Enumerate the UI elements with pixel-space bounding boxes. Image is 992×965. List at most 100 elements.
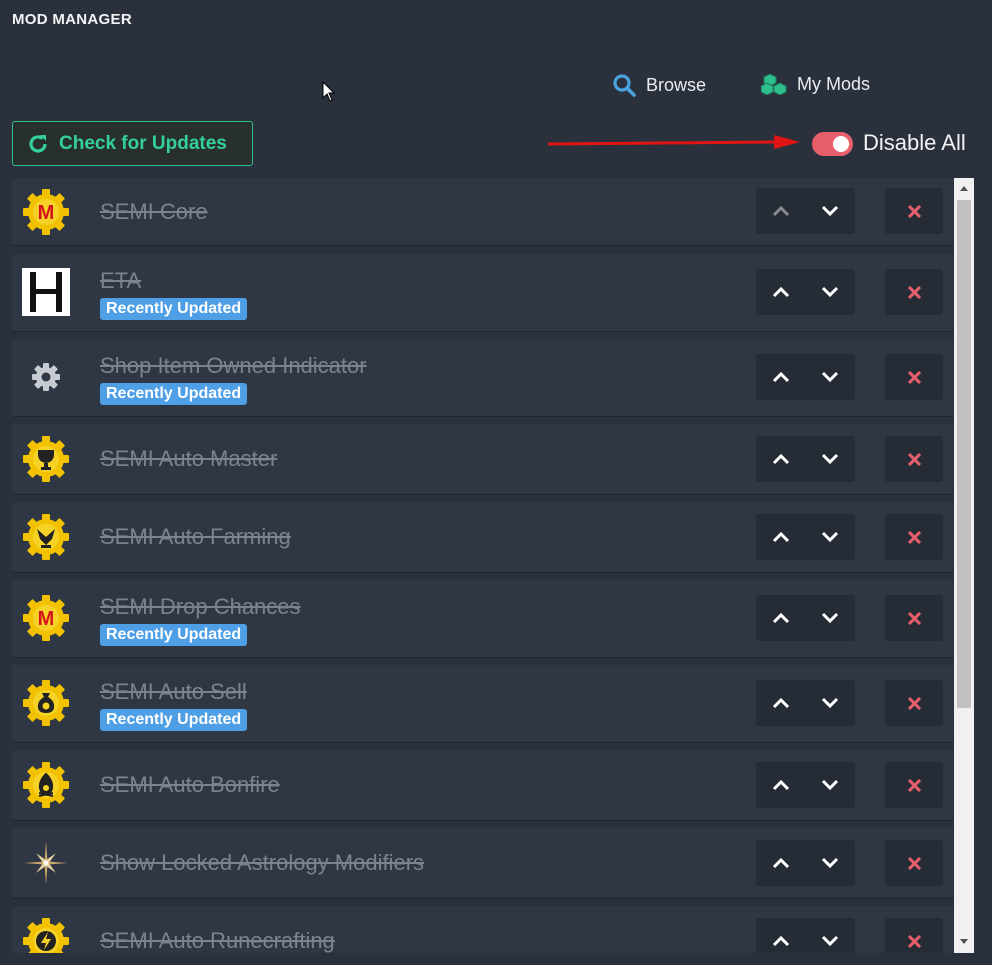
nav-my-mods[interactable]: My Mods (761, 73, 870, 95)
mod-row: SEMI Auto Master (12, 424, 953, 494)
move-up-button[interactable] (756, 595, 806, 641)
reorder-buttons (756, 188, 855, 234)
farming-gear-icon (23, 514, 69, 560)
mod-list: M SEMI Core ETA Recently Updated Shop It… (12, 178, 953, 953)
close-icon (907, 530, 921, 544)
chevron-up-icon (772, 286, 789, 298)
rune-gear-icon (23, 918, 69, 953)
close-icon (907, 611, 921, 625)
delete-button[interactable] (885, 188, 943, 234)
chevron-down-icon (822, 612, 839, 624)
delete-button[interactable] (885, 269, 943, 315)
nav-browse[interactable]: Browse (612, 73, 706, 97)
delete-button[interactable] (885, 918, 943, 953)
reorder-buttons (756, 514, 855, 560)
window-title: MOD MANAGER (12, 11, 132, 28)
mod-name: Shop Item Owned Indicator (100, 353, 367, 378)
move-down-button[interactable] (806, 918, 856, 953)
star-sparkle-icon (24, 841, 68, 885)
scrollbar-thumb[interactable] (957, 200, 971, 708)
delete-button[interactable] (885, 595, 943, 641)
mod-row: SEMI Auto Sell Recently Updated (12, 665, 953, 742)
move-down-button[interactable] (806, 840, 856, 886)
reorder-buttons (756, 595, 855, 641)
mod-name: SEMI Drop Chances (100, 594, 301, 619)
chevron-down-icon (822, 531, 839, 543)
reorder-buttons (756, 436, 855, 482)
disable-all-toggle[interactable] (812, 132, 853, 156)
semi-m-icon: M (23, 189, 69, 235)
mod-row: ETA Recently Updated (12, 254, 953, 331)
move-up-button[interactable] (756, 840, 806, 886)
move-up-button[interactable] (756, 269, 806, 315)
move-up-button[interactable] (756, 680, 806, 726)
close-icon (907, 285, 921, 299)
svg-text:M: M (38, 202, 55, 224)
delete-button[interactable] (885, 762, 943, 808)
scroll-up-arrow-icon[interactable] (959, 184, 969, 194)
move-down-button[interactable] (806, 436, 856, 482)
disable-all-label: Disable All (863, 130, 966, 155)
move-down-button[interactable] (806, 680, 856, 726)
chevron-down-icon (822, 935, 839, 947)
mod-name: SEMI Auto Runecrafting (100, 928, 335, 953)
mod-name: SEMI Core (100, 199, 208, 224)
move-up-button[interactable] (756, 514, 806, 560)
close-icon (907, 778, 921, 792)
scroll-down-arrow-icon[interactable] (959, 936, 969, 946)
move-down-button[interactable] (806, 269, 856, 315)
mod-name: SEMI Auto Master (100, 446, 278, 471)
move-up-button[interactable] (756, 918, 806, 953)
move-down-button[interactable] (806, 514, 856, 560)
delete-button[interactable] (885, 680, 943, 726)
chevron-up-icon (772, 453, 789, 465)
move-up-button[interactable] (756, 762, 806, 808)
chevron-up-icon (772, 697, 789, 709)
toggle-knob (833, 136, 849, 152)
close-icon (907, 696, 921, 710)
close-icon (907, 856, 921, 870)
delete-button[interactable] (885, 514, 943, 560)
move-up-button[interactable] (756, 188, 806, 234)
close-icon (907, 452, 921, 466)
move-down-button[interactable] (806, 595, 856, 641)
check-for-updates-label: Check for Updates (59, 132, 227, 154)
mod-row: M SEMI Drop Chances Recently Updated (12, 580, 953, 657)
gear-icon (32, 363, 60, 391)
trophy-gear-icon (23, 436, 69, 482)
reorder-buttons (756, 840, 855, 886)
mod-name: SEMI Auto Bonfire (100, 772, 280, 797)
mod-row: SEMI Auto Bonfire (12, 750, 953, 820)
move-down-button[interactable] (806, 762, 856, 808)
scrollbar[interactable] (954, 178, 974, 953)
delete-button[interactable] (885, 436, 943, 482)
mod-row: SEMI Auto Runecrafting (12, 906, 953, 953)
svg-text:M: M (38, 608, 55, 630)
chevron-up-icon (772, 371, 789, 383)
check-for-updates-button[interactable]: Check for Updates (12, 121, 253, 166)
chevron-up-icon (772, 857, 789, 869)
mod-row: M SEMI Core (12, 178, 953, 245)
bonfire-gear-icon (23, 762, 69, 808)
mod-name: SEMI Auto Sell (100, 679, 247, 704)
recently-updated-badge: Recently Updated (100, 709, 248, 731)
recently-updated-badge: Recently Updated (100, 298, 248, 320)
recently-updated-badge: Recently Updated (100, 383, 248, 405)
move-down-button[interactable] (806, 188, 856, 234)
mod-row: SEMI Auto Farming (12, 502, 953, 572)
semi-m-icon: M (23, 595, 69, 641)
close-icon (907, 370, 921, 384)
refresh-icon (29, 134, 47, 153)
chevron-up-icon (772, 935, 789, 947)
annotation-arrow-icon (547, 135, 800, 149)
recently-updated-badge: Recently Updated (100, 624, 248, 646)
move-down-button[interactable] (806, 354, 856, 400)
chevron-down-icon (822, 286, 839, 298)
move-up-button[interactable] (756, 354, 806, 400)
move-up-button[interactable] (756, 436, 806, 482)
chevron-down-icon (822, 371, 839, 383)
delete-button[interactable] (885, 840, 943, 886)
chevron-down-icon (822, 697, 839, 709)
coin-bag-gear-icon (23, 680, 69, 726)
delete-button[interactable] (885, 354, 943, 400)
